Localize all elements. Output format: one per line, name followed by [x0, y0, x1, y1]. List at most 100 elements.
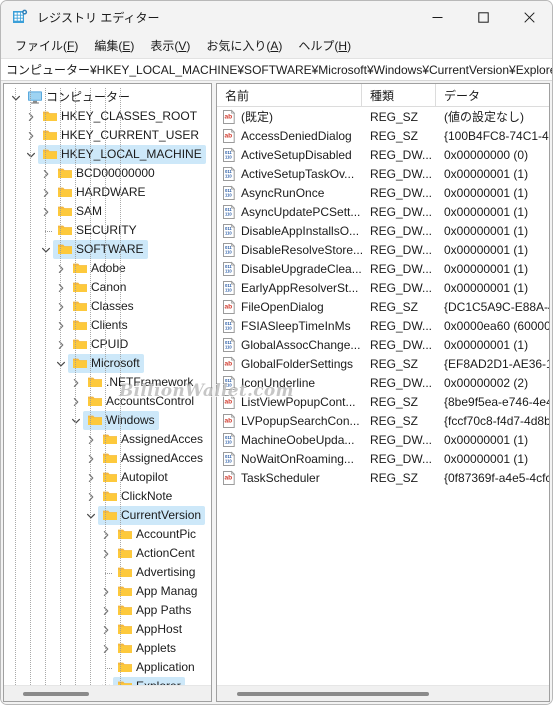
list-scroll-thumb[interactable] — [237, 691, 429, 696]
tree-node[interactable]: CPUID — [4, 335, 211, 354]
value-row[interactable]: 011 110 DisableUpgradeClea... REG_DW... 0x00… — [217, 259, 549, 278]
tree-node-label-wrap[interactable]: ClickNote — [98, 487, 176, 506]
tree-node[interactable]: HKEY_LOCAL_MACHINE — [4, 145, 211, 164]
value-row[interactable]: 011 110 ActiveSetupDisabled REG_DW... 0x0000… — [217, 145, 549, 164]
tree-node[interactable]: Autopilot — [4, 468, 211, 487]
tree-node-label-wrap[interactable]: コンピューター — [23, 88, 134, 107]
tree-node-label-wrap[interactable]: ActionCent — [113, 544, 199, 563]
tree-node[interactable]: Clients — [4, 316, 211, 335]
tree-node[interactable]: Windows — [4, 411, 211, 430]
tree-node[interactable]: AccountsControl — [4, 392, 211, 411]
tree-node-label-wrap[interactable]: Canon — [68, 278, 130, 297]
column-header-type[interactable]: 種類 — [362, 84, 436, 106]
tree-node-label-wrap[interactable]: Advertising — [113, 563, 199, 582]
value-row[interactable]: 011 110 NoWaitOnRoaming... REG_DW... 0x00000… — [217, 449, 549, 468]
tree-scroll-thumb[interactable] — [23, 691, 89, 696]
tree-node[interactable]: Canon — [4, 278, 211, 297]
value-row[interactable]: ab LVPopupSearchCon... REG_SZ {fccf70c8-f4d… — [217, 411, 549, 430]
tree-node[interactable]: .NETFramework — [4, 373, 211, 392]
tree-node-label-wrap[interactable]: .NETFramework — [83, 373, 197, 392]
maximize-button[interactable] — [460, 1, 506, 33]
value-row[interactable]: 011 110 MachineOobeUpda... REG_DW... 0x00000… — [217, 430, 549, 449]
tree-node[interactable]: ActionCent — [4, 544, 211, 563]
value-row[interactable]: ab (既定) REG_SZ (値の設定なし) — [217, 107, 549, 126]
svg-text:110: 110 — [225, 287, 232, 292]
close-button[interactable] — [506, 1, 552, 33]
value-row[interactable]: 011 110 GlobalAssocChange... REG_DW... 0x000… — [217, 335, 549, 354]
tree-node-label-wrap[interactable]: Classes — [68, 297, 138, 316]
tree-node[interactable]: HKEY_CURRENT_USER — [4, 126, 211, 145]
tree-node[interactable]: AssignedAcces — [4, 449, 211, 468]
tree-node-label-wrap[interactable]: App Paths — [113, 601, 195, 620]
menu-view[interactable]: 表示(V) — [142, 34, 198, 57]
value-data: {0f87369f-a4e5-4cfc- — [444, 470, 549, 485]
value-name: FSIASleepTimeInMs — [241, 318, 351, 333]
column-header-data[interactable]: データ — [436, 84, 549, 106]
tree-node[interactable]: Explorer — [4, 677, 211, 685]
tree-node-label-wrap[interactable]: HARDWARE — [53, 183, 150, 202]
value-row[interactable]: ab TaskScheduler REG_SZ {0f87369f-a4e5-4cfc… — [217, 468, 549, 487]
tree-node-label-wrap[interactable]: SOFTWARE — [53, 240, 148, 259]
tree-node[interactable]: HKEY_CLASSES_ROOT — [4, 107, 211, 126]
tree-node[interactable]: SOFTWARE — [4, 240, 211, 259]
svg-text:110: 110 — [225, 325, 232, 330]
tree-node[interactable]: SAM — [4, 202, 211, 221]
tree-node[interactable]: CurrentVersion — [4, 506, 211, 525]
value-row[interactable]: 011 110 IconUnderline REG_DW... 0x00000002 (… — [217, 373, 549, 392]
tree-node[interactable]: Classes — [4, 297, 211, 316]
tree-node[interactable]: BCD00000000 — [4, 164, 211, 183]
tree-node-label-wrap[interactable]: HKEY_LOCAL_MACHINE — [38, 145, 206, 164]
tree-node[interactable]: AccountPic — [4, 525, 211, 544]
value-row[interactable]: ab ListViewPopupCont... REG_SZ {8be9f5ea-e7… — [217, 392, 549, 411]
value-row[interactable]: ab FileOpenDialog REG_SZ {DC1C5A9C-E88A-4d — [217, 297, 549, 316]
tree-node-label-wrap[interactable]: AssignedAcces — [98, 430, 207, 449]
tree-node-label-wrap[interactable]: App Manag — [113, 582, 201, 601]
tree-node-label-wrap[interactable]: AccountPic — [113, 525, 200, 544]
tree-node[interactable]: ClickNote — [4, 487, 211, 506]
tree-node-label-wrap[interactable]: Clients — [68, 316, 132, 335]
tree-node-label-wrap[interactable]: Autopilot — [98, 468, 172, 487]
tree-node[interactable]: AppHost — [4, 620, 211, 639]
value-row[interactable]: 011 110 FSIASleepTimeInMs REG_DW... 0x0000ea… — [217, 316, 549, 335]
tree-node[interactable]: Adobe — [4, 259, 211, 278]
menu-favorites[interactable]: お気に入り(A) — [198, 34, 290, 57]
tree-node-label-wrap[interactable]: Applets — [113, 639, 180, 658]
tree-node[interactable]: Microsoft — [4, 354, 211, 373]
tree-node[interactable]: App Paths — [4, 601, 211, 620]
value-type: REG_DW... — [370, 223, 433, 238]
tree-node[interactable]: SECURITY — [4, 221, 211, 240]
tree-horizontal-scrollbar[interactable] — [4, 685, 211, 701]
tree-node-label-wrap[interactable]: Explorer — [113, 677, 185, 685]
tree-node-label-wrap[interactable]: AssignedAcces — [98, 449, 207, 468]
tree-node-label-wrap[interactable]: CPUID — [68, 335, 132, 354]
value-row[interactable]: 011 110 AsyncRunOnce REG_DW... 0x00000001 (1… — [217, 183, 549, 202]
address-bar[interactable]: コンピューター¥HKEY_LOCAL_MACHINE¥SOFTWARE¥Micr… — [1, 58, 552, 81]
value-row[interactable]: 011 110 EarlyAppResolverSt... REG_DW... 0x00… — [217, 278, 549, 297]
tree-node[interactable]: Applets — [4, 639, 211, 658]
value-data: 0x00000001 (1) — [444, 261, 529, 276]
tree-node[interactable]: コンピューター — [4, 88, 211, 107]
menu-file[interactable]: ファイル(F) — [7, 34, 86, 57]
svg-text:110: 110 — [225, 154, 232, 159]
tree-node[interactable]: HARDWARE — [4, 183, 211, 202]
menu-help[interactable]: ヘルプ(H) — [290, 34, 359, 57]
value-row[interactable]: 011 110 DisableResolveStore... REG_DW... 0x0… — [217, 240, 549, 259]
tree-node-label-wrap[interactable]: Application — [113, 658, 199, 677]
minimize-button[interactable] — [414, 1, 460, 33]
tree-node-label-wrap[interactable]: CurrentVersion — [98, 506, 206, 525]
value-row[interactable]: ab AccessDeniedDialog REG_SZ {100B4FC8-74C1… — [217, 126, 549, 145]
list-horizontal-scrollbar[interactable] — [217, 685, 549, 701]
value-name: GlobalFolderSettings — [241, 356, 354, 371]
value-row[interactable]: ab GlobalFolderSettings REG_SZ {EF8AD2D1-AE… — [217, 354, 549, 373]
tree-node-label-wrap[interactable]: AppHost — [113, 620, 186, 639]
tree-node[interactable]: AssignedAcces — [4, 430, 211, 449]
value-row[interactable]: 011 110 ActiveSetupTaskOv... REG_DW... 0x000… — [217, 164, 549, 183]
tree-node[interactable]: App Manag — [4, 582, 211, 601]
tree-guide-line — [30, 88, 31, 685]
tree-node-label-wrap[interactable]: SECURITY — [53, 221, 141, 240]
menu-edit[interactable]: 編集(E) — [86, 34, 142, 57]
value-row[interactable]: 011 110 DisableAppInstallsO... REG_DW... 0x0… — [217, 221, 549, 240]
column-header-name[interactable]: 名前 — [217, 84, 362, 106]
tree-node-label-wrap[interactable]: AccountsControl — [83, 392, 198, 411]
value-row[interactable]: 011 110 AsyncUpdatePCSett... REG_DW... 0x000… — [217, 202, 549, 221]
